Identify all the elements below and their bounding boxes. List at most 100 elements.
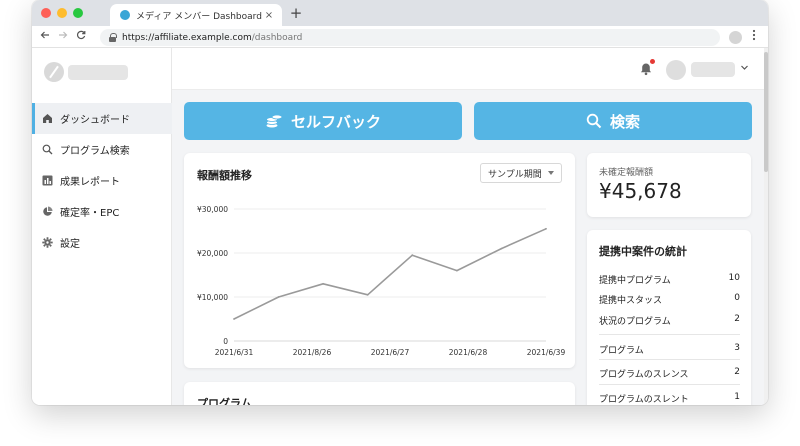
unconfirmed-label: 未確定報酬額 [599,168,654,178]
new-tab-button[interactable]: + [288,4,304,22]
stats-card: 提携中案件の統計 提携中プログラム 10 提携中スタッス 0 状況のプログラム … [587,230,751,405]
stats-row-value: 3 [734,343,740,353]
stats-row-label: プログラムのスレント [599,395,689,405]
tab-close-icon[interactable]: × [262,10,276,21]
x-tick-label: 2021/8/26 [293,348,332,357]
sidebar-item-label: ダッシュボード [60,115,130,126]
data-point [322,282,325,285]
maximize-window-button[interactable] [73,8,83,18]
scrollbar-thumb[interactable] [764,52,768,172]
data-point [233,318,235,320]
data-point [277,296,280,298]
stats-row-value: 2 [734,367,740,377]
notification-badge [650,59,655,64]
home-icon [42,113,53,124]
sidebar-item-epc[interactable]: 確定率・EPC [32,196,172,227]
browser-window: メディア メンバー Dashboard × + https://affiliat… [32,0,768,405]
sidebar-item-label: 確定率・EPC [60,208,120,219]
browser-tab[interactable]: メディア メンバー Dashboard × [110,4,282,26]
app-viewport: ダッシュボード プログラム検索 成果レポート 確定率・EPC 設定 セルフバック… [32,48,768,405]
series-line [233,228,547,320]
x-tick-label: 2021/6/31 [215,348,254,357]
data-point [455,269,458,272]
x-tick-label: 2021/6/39 [527,348,566,357]
unconfirmed-revenue-card: 未確定報酬額 ¥45,678 [587,153,751,217]
lock-icon [108,33,117,42]
address-bar: https://affiliate.example.com/dashboard [32,26,768,48]
stats-row-label: 提携中プログラム [599,276,671,286]
stats-row: プログラムのスレンス 2 [599,367,740,380]
data-point [411,254,414,257]
y-tick-label: ¥10,000 [197,293,228,302]
divider [599,334,740,335]
chevron-down-icon[interactable] [740,63,749,75]
stats-row: 提携中プログラム 10 [599,273,740,286]
stats-row-label: 提携中スタッス [599,296,663,306]
search-icon [586,113,602,129]
url-field[interactable]: https://affiliate.example.com/dashboard [100,29,720,46]
sidebar-item-dashboard[interactable]: ダッシュボード [32,103,172,134]
unconfirmed-value: ¥45,678 [599,179,682,203]
back-icon[interactable] [36,30,54,43]
divider [599,384,740,385]
reload-icon[interactable] [72,30,90,43]
gear-icon [42,237,53,248]
sidebar-item-label: 成果レポート [60,177,120,188]
favicon-icon [120,10,130,20]
sidebar-item-label: 設定 [60,239,80,250]
x-tick-label: 2021/6/28 [449,348,488,357]
bar-chart-icon [42,175,53,186]
stats-row: 提携中スタッス 0 [599,293,740,306]
sidebar-item-settings[interactable]: 設定 [32,227,172,258]
top-bar [172,48,768,90]
stats-row-label: 状況のプログラム [599,317,671,327]
pie-chart-icon [42,206,53,217]
sidebar-item-label: プログラム検索 [60,146,130,157]
avatar[interactable] [666,60,686,80]
sidebar-item-report[interactable]: 成果レポート [32,165,172,196]
window-controls [41,8,83,18]
logo[interactable] [44,62,128,82]
browser-menu-icon[interactable] [749,29,759,44]
programs-title: プログラム [197,397,252,405]
selfback-label: セルフバック [290,112,381,131]
selfback-button[interactable]: セルフバック [184,102,462,140]
stats-row: プログラム 3 [599,343,740,356]
stats-row-value: 2 [734,314,740,324]
y-tick-label: ¥20,000 [197,249,228,258]
stats-row: 状況のプログラム 2 [599,314,740,327]
data-point [366,293,369,296]
user-name-placeholder [691,62,735,77]
revenue-line-chart: 0 ¥10,000 ¥20,000 ¥30,000 2021/6/31 2021/8/26… [197,205,566,357]
close-window-button[interactable] [41,8,51,18]
search-button[interactable]: 検索 [474,102,752,140]
search-label: 検索 [609,112,640,131]
sidebar: ダッシュボード プログラム検索 成果レポート 確定率・EPC 設定 [32,48,172,405]
profile-avatar[interactable] [729,31,742,44]
logo-icon [44,62,64,82]
sidebar-item-program-search[interactable]: プログラム検索 [32,134,172,165]
stats-row-value: 1 [734,392,740,402]
data-point [545,227,547,230]
y-tick-label: 0 [223,337,228,346]
url-path: /dashboard [251,32,303,43]
logo-text-placeholder [68,64,128,80]
stats-row-value: 0 [734,293,740,303]
stats-row: プログラムのスレント 1 [599,392,740,405]
url-host: https://affiliate.example.com [122,32,252,43]
programs-card: プログラム [184,382,575,405]
data-point [500,247,503,250]
revenue-chart-card: 報酬額推移 サンプル期間 0 ¥10,000 ¥20,000 ¥30,000 2021/… [184,153,575,368]
stats-row-value: 10 [728,273,740,283]
x-tick-label: 2021/6/27 [371,348,410,357]
forward-icon[interactable] [54,30,72,43]
stats-row-label: プログラム [599,346,644,356]
tab-title: メディア メンバー Dashboard [136,11,262,22]
tab-strip: メディア メンバー Dashboard × + [32,0,768,26]
minimize-window-button[interactable] [57,8,67,18]
stats-row-label: プログラムのスレンス [599,370,689,380]
stats-title: 提携中案件の統計 [599,245,687,258]
divider [599,359,740,360]
y-tick-label: ¥30,000 [197,205,228,214]
search-icon [42,144,53,155]
